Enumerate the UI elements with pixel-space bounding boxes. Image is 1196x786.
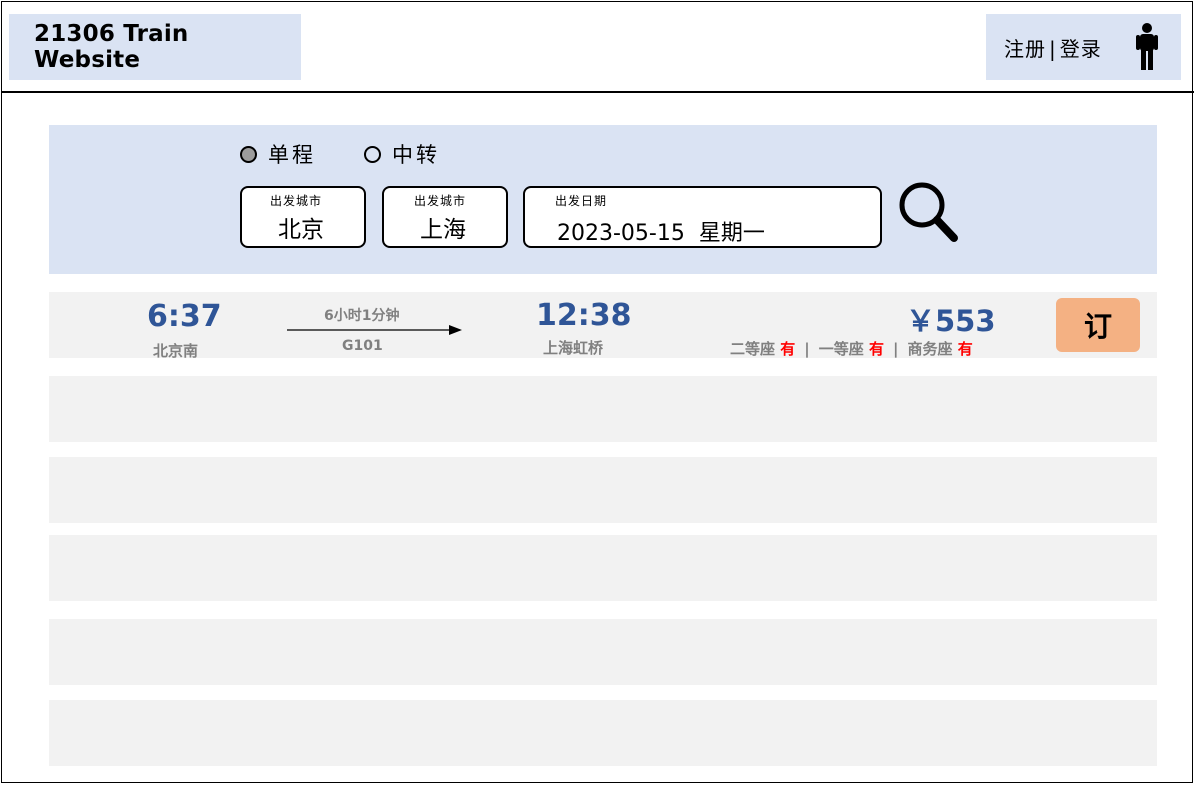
seat-class-second: 二等座	[730, 340, 776, 358]
auth-separator: |	[1049, 36, 1057, 61]
radio-one-way-indicator	[240, 145, 257, 163]
seat-status-second: 有	[780, 340, 796, 358]
arrow-right-icon	[287, 325, 462, 335]
seat-separator: |	[893, 340, 899, 358]
arrive-station: 上海虹桥	[543, 339, 604, 357]
site-title: 21306 Train Website	[34, 21, 189, 73]
empty-result-row	[49, 376, 1157, 442]
date-field[interactable]: 出发日期 2023-05-15 星期一	[523, 186, 882, 248]
empty-result-row	[49, 535, 1157, 601]
radio-one-way[interactable]: 单程	[240, 139, 316, 169]
depart-station: 北京南	[153, 342, 199, 360]
seat-status-business: 有	[957, 340, 973, 358]
empty-result-row	[49, 700, 1157, 766]
login-link[interactable]: 登录	[1060, 37, 1102, 61]
seat-class-business: 商务座	[907, 340, 953, 358]
auth-area: 注册 | 登录	[986, 14, 1181, 80]
date-value: 2023-05-15 星期一	[557, 221, 765, 246]
radio-transfer-label: 中转	[392, 143, 440, 167]
train-number: G101	[342, 338, 383, 354]
train-result-row[interactable]: 6:37 北京南 6小时1分钟 G101 12:38 上海虹桥 ￥553 二等座…	[49, 292, 1157, 360]
date-caption: 出发日期	[555, 194, 608, 208]
empty-result-row	[49, 457, 1157, 523]
from-city-field[interactable]: 出发城市 北京	[240, 186, 366, 248]
to-city-value: 上海	[420, 217, 466, 243]
magnifier-icon[interactable]	[895, 179, 961, 245]
seat-status-first: 有	[869, 340, 885, 358]
arrive-time: 12:38	[536, 298, 632, 333]
header-divider	[1, 91, 1194, 93]
empty-result-row	[49, 619, 1157, 685]
from-city-value: 北京	[278, 217, 324, 243]
seat-availability: 二等座 有 | 一等座 有 | 商务座 有	[730, 338, 973, 359]
from-city-caption: 出发城市	[270, 194, 323, 208]
depart-time: 6:37	[147, 299, 222, 334]
seat-separator: |	[804, 340, 810, 358]
radio-transfer[interactable]: 中转	[364, 139, 440, 169]
book-button[interactable]: 订	[1056, 298, 1140, 352]
site-logo[interactable]: 21306 Train Website	[9, 14, 301, 80]
to-city-field[interactable]: 出发城市 上海	[382, 186, 508, 248]
to-city-caption: 出发城市	[414, 194, 467, 208]
radio-transfer-indicator	[364, 145, 381, 163]
ticket-price: ￥553	[906, 304, 996, 338]
trip-duration: 6小时1分钟	[324, 308, 400, 324]
search-panel: 单程 中转 出发城市 北京 出发城市 上海 出发日期 2023-05-15 星期…	[49, 125, 1157, 274]
seat-class-first: 一等座	[818, 340, 864, 358]
person-icon[interactable]	[1134, 22, 1160, 72]
radio-one-way-label: 单程	[268, 143, 316, 167]
auth-links: 注册 | 登录	[1004, 33, 1102, 62]
register-link[interactable]: 注册	[1004, 37, 1046, 61]
